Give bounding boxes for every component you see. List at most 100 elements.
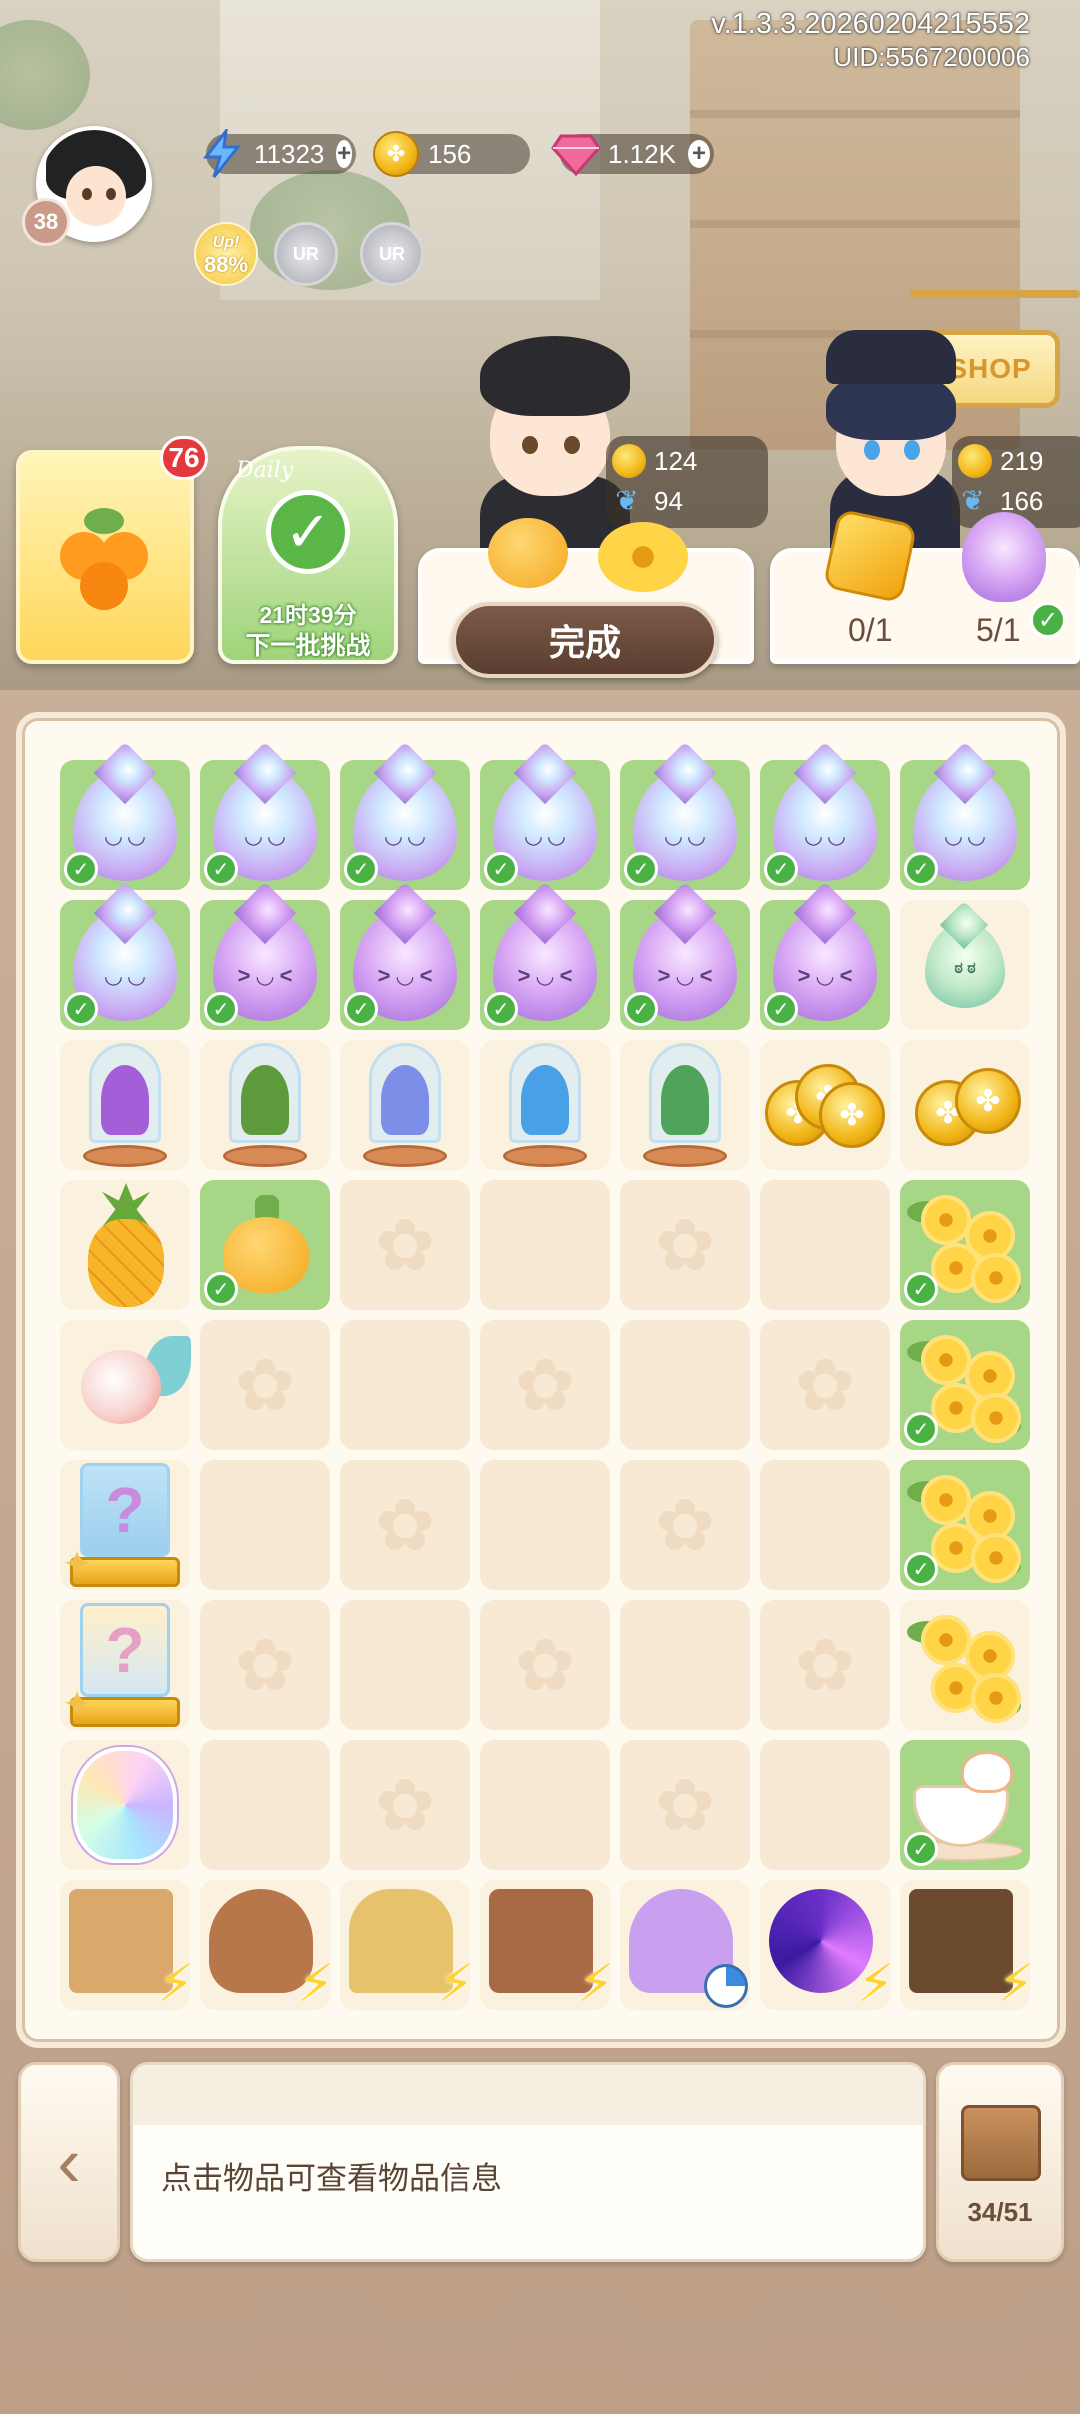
check-icon: ✓ xyxy=(204,992,238,1026)
empty-board-cell[interactable]: ✿ xyxy=(480,1600,610,1730)
board-cell[interactable] xyxy=(60,1740,190,1870)
board-cell[interactable]: ✓ xyxy=(200,1180,330,1310)
coin-reward-value: 124 xyxy=(654,445,698,476)
up-boost-badge[interactable]: Up! 88% xyxy=(194,222,258,286)
mystery-box-icon: ? ✦ xyxy=(62,1463,180,1587)
board-cell[interactable]: ✓ xyxy=(900,1740,1030,1870)
empty-board-cell[interactable] xyxy=(200,1740,330,1870)
empty-board-cell[interactable] xyxy=(620,1600,750,1730)
check-icon: ✓ xyxy=(484,852,518,886)
item-info-panel: 点击物品可查看物品信息 xyxy=(130,2062,926,2262)
empty-board-cell[interactable]: ✿ xyxy=(620,1460,750,1590)
board-cell[interactable]: ✓ xyxy=(900,1460,1030,1590)
empty-board-cell[interactable]: ✿ xyxy=(340,1740,470,1870)
empty-board-cell[interactable]: ✿ xyxy=(620,1740,750,1870)
pineapple-icon xyxy=(80,1183,170,1307)
board-cell[interactable] xyxy=(60,1180,190,1310)
board-cell[interactable]: ⚡ xyxy=(60,1880,194,2013)
empty-board-cell[interactable] xyxy=(760,1180,890,1310)
board-cell[interactable] xyxy=(60,1040,190,1170)
empty-board-cell[interactable]: ✿ xyxy=(480,1320,610,1450)
gem-icon xyxy=(550,128,602,180)
board-cell[interactable]: > ◡ < ✓ xyxy=(340,900,470,1030)
board-cell[interactable]: ಠ ಠ xyxy=(900,900,1030,1030)
check-icon: ✓ xyxy=(624,852,658,886)
rainbow-crystal-icon xyxy=(73,1747,177,1863)
board-cell[interactable]: ◡ ◡ ✓ xyxy=(760,760,890,890)
empty-board-cell[interactable] xyxy=(340,1600,470,1730)
up-boost-percent: 88% xyxy=(203,252,249,277)
daily-challenge-card[interactable]: Daily ✓ 21时39分 下一批挑战 xyxy=(218,446,398,664)
board-cell[interactable]: ? ✦ xyxy=(60,1460,190,1590)
uid-text: UID:5567200006 xyxy=(833,42,1030,72)
empty-board-cell[interactable] xyxy=(480,1180,610,1310)
done-button[interactable]: 完成 xyxy=(452,602,718,678)
coin-resource[interactable]: ✤ 156 xyxy=(373,131,530,177)
board-cell[interactable]: ⚡ xyxy=(760,1880,894,2013)
back-button[interactable]: ‹ xyxy=(18,2062,120,2262)
add-gems-button[interactable]: + xyxy=(687,140,710,168)
empty-board-cell[interactable]: ✿ xyxy=(200,1600,330,1730)
board-cell[interactable]: > ◡ < ✓ xyxy=(620,900,750,1030)
check-icon: ✓ xyxy=(266,490,350,574)
lightning-icon: ⚡ xyxy=(857,1955,894,2013)
empty-board-cell[interactable] xyxy=(480,1460,610,1590)
empty-board-cell[interactable] xyxy=(760,1460,890,1590)
board-cell[interactable]: ✓ xyxy=(900,1320,1030,1450)
board-cell[interactable]: ✓ xyxy=(900,1180,1030,1310)
empty-board-cell[interactable]: ✿ xyxy=(760,1320,890,1450)
plant-decoration xyxy=(0,20,90,130)
board-cell[interactable] xyxy=(60,1320,191,1450)
board-cell[interactable] xyxy=(480,1040,610,1170)
board-cell[interactable]: ✤✤✤ xyxy=(760,1040,890,1170)
board-cell[interactable]: ⚡ xyxy=(200,1880,334,2013)
flower-placeholder-icon: ✿ xyxy=(654,1486,716,1566)
check-icon: ✓ xyxy=(484,992,518,1026)
add-energy-button[interactable]: + xyxy=(336,140,352,168)
board-cell[interactable] xyxy=(200,1040,330,1170)
board-cell[interactable]: ◡ ◡ ✓ xyxy=(200,760,330,890)
board-cell[interactable]: ◡ ◡ ✓ xyxy=(60,760,190,890)
board-cell[interactable]: ◡ ◡ ✓ xyxy=(900,760,1030,890)
empty-board-cell[interactable]: ✿ xyxy=(340,1180,470,1310)
ur-badge-1[interactable]: UR xyxy=(274,222,338,286)
board-cell[interactable]: ◡ ◡ ✓ xyxy=(480,760,610,890)
check-icon: ✓ xyxy=(1030,602,1066,638)
board-cell[interactable]: ◡ ◡ ✓ xyxy=(340,760,470,890)
empty-board-cell[interactable]: ✿ xyxy=(340,1460,470,1590)
board-cell[interactable] xyxy=(620,1040,750,1170)
board-cell[interactable]: > ◡ < ✓ xyxy=(480,900,610,1030)
board-cell[interactable]: ⚡ xyxy=(340,1880,474,2013)
board-cell[interactable]: ? ✦ xyxy=(60,1600,190,1730)
board-cell[interactable] xyxy=(620,1880,750,2010)
board-cell[interactable]: > ◡ < ✓ xyxy=(200,900,330,1030)
board-cell[interactable]: ◡ ◡ ✓ xyxy=(60,900,190,1030)
flower-placeholder-icon: ✿ xyxy=(654,1206,716,1286)
board-cell[interactable]: ⚡ xyxy=(480,1880,614,2013)
energy-resource[interactable]: 11323 + xyxy=(202,129,356,178)
empty-board-cell[interactable]: ✿ xyxy=(200,1320,330,1450)
board-cell[interactable] xyxy=(900,1600,1030,1730)
ur-badge-2[interactable]: UR xyxy=(360,222,424,286)
empty-board-cell[interactable] xyxy=(480,1740,610,1870)
gold-gem-icon xyxy=(822,508,918,604)
empty-board-cell[interactable] xyxy=(620,1320,750,1450)
inventory-button[interactable]: 34/51 xyxy=(936,2062,1064,2262)
board-cell[interactable]: ⚡ xyxy=(900,1880,1034,2013)
empty-board-cell[interactable]: ✿ xyxy=(760,1600,890,1730)
gem-resource[interactable]: 1.12K + xyxy=(551,134,714,176)
check-icon: ✓ xyxy=(764,852,798,886)
orders-card[interactable] xyxy=(16,450,194,664)
empty-board-cell[interactable] xyxy=(760,1740,890,1870)
empty-board-cell[interactable]: ✿ xyxy=(620,1180,750,1310)
board-cell[interactable]: ◡ ◡ ✓ xyxy=(620,760,750,890)
flower-branch-icon xyxy=(905,1605,1025,1725)
board-cell[interactable] xyxy=(340,1040,470,1170)
check-icon: ✓ xyxy=(64,852,98,886)
board-cell[interactable]: ✤ ✤ xyxy=(900,1040,1030,1170)
empty-board-cell[interactable] xyxy=(340,1320,470,1450)
empty-board-cell[interactable] xyxy=(200,1460,330,1590)
board-cell[interactable]: > ◡ < ✓ xyxy=(760,900,890,1030)
character-2-request-card[interactable] xyxy=(770,508,1080,664)
coin-icon xyxy=(612,444,646,478)
